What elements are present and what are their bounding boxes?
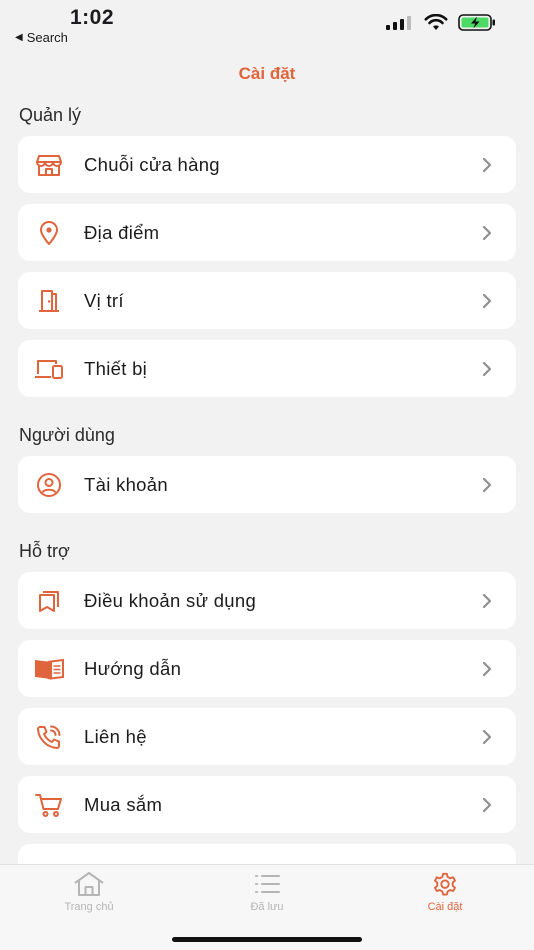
store-icon bbox=[34, 150, 64, 180]
page-title: Cài đặt bbox=[238, 64, 296, 83]
back-to-search-link[interactable]: ◀ Search bbox=[15, 30, 68, 45]
chevron-right-icon bbox=[482, 361, 492, 377]
settings-item-contact[interactable]: Liên hệ bbox=[18, 708, 516, 765]
chevron-right-icon bbox=[482, 661, 492, 677]
section-title-user: Người dùng bbox=[19, 425, 115, 445]
settings-item-label: Hướng dẫn bbox=[84, 657, 182, 679]
tab-home[interactable]: Trang chủ bbox=[0, 865, 178, 950]
tab-label: Đã lưu bbox=[250, 901, 284, 913]
phone-call-icon bbox=[34, 722, 64, 752]
gear-icon bbox=[434, 872, 456, 896]
settings-item-terms[interactable]: Điều khoản sử dụng bbox=[18, 572, 516, 629]
section-title-support: Hỗ trợ bbox=[19, 541, 70, 561]
chevron-right-icon bbox=[482, 225, 492, 241]
settings-item-store-chain[interactable]: Chuỗi cửa hàng bbox=[18, 136, 516, 193]
status-time: 1:02 bbox=[70, 6, 115, 29]
settings-item-shopping[interactable]: Mua sắm bbox=[18, 776, 516, 833]
status-icons bbox=[386, 14, 496, 31]
list-icon bbox=[255, 875, 280, 893]
settings-item-label: Liên hệ bbox=[84, 725, 147, 747]
tab-label: Cài đặt bbox=[427, 901, 463, 913]
settings-item-guide[interactable]: Hướng dẫn bbox=[18, 640, 516, 697]
home-indicator bbox=[172, 937, 362, 942]
wifi-icon bbox=[424, 14, 448, 30]
settings-item-label: Mua sắm bbox=[84, 793, 163, 815]
chevron-right-icon bbox=[482, 157, 492, 173]
settings-item-label: Vị trí bbox=[84, 289, 124, 311]
tab-settings[interactable]: Cài đặt bbox=[356, 865, 534, 950]
location-pin-icon bbox=[34, 218, 64, 248]
door-icon bbox=[34, 286, 64, 316]
settings-item-devices[interactable]: Thiết bị bbox=[18, 340, 516, 397]
chevron-right-icon bbox=[482, 797, 492, 813]
shopping-cart-icon bbox=[34, 790, 64, 820]
settings-item-location[interactable]: Địa điểm bbox=[18, 204, 516, 261]
chevron-right-icon bbox=[482, 477, 492, 493]
chevron-right-icon bbox=[482, 729, 492, 745]
status-bar: 1:02 ◀ Search bbox=[0, 0, 534, 48]
settings-item-label: Chuỗi cửa hàng bbox=[84, 153, 220, 175]
settings-item-position[interactable]: Vị trí bbox=[18, 272, 516, 329]
battery-charging-icon bbox=[458, 14, 495, 31]
back-triangle-icon: ◀ bbox=[15, 32, 23, 43]
section-title-management: Quản lý bbox=[19, 105, 82, 125]
settings-item-label: Điều khoản sử dụng bbox=[84, 589, 257, 611]
chevron-right-icon bbox=[482, 593, 492, 609]
account-circle-icon bbox=[34, 470, 64, 500]
devices-icon bbox=[34, 354, 64, 384]
home-icon bbox=[74, 872, 104, 896]
cellular-signal-icon bbox=[386, 15, 411, 30]
book-terms-icon bbox=[34, 586, 64, 616]
tab-label: Trang chủ bbox=[64, 901, 114, 913]
settings-item-label: Thiết bị bbox=[84, 357, 148, 379]
back-label: Search bbox=[26, 30, 68, 45]
settings-item-label: Địa điểm bbox=[84, 221, 160, 243]
chevron-right-icon bbox=[482, 293, 492, 309]
settings-item-account[interactable]: Tài khoản bbox=[18, 456, 516, 513]
settings-list: Quản lý Chuỗi cửa hàng Địa điểm Vị trí T… bbox=[18, 100, 516, 912]
open-book-icon bbox=[34, 654, 64, 684]
settings-item-label: Tài khoản bbox=[84, 473, 168, 495]
